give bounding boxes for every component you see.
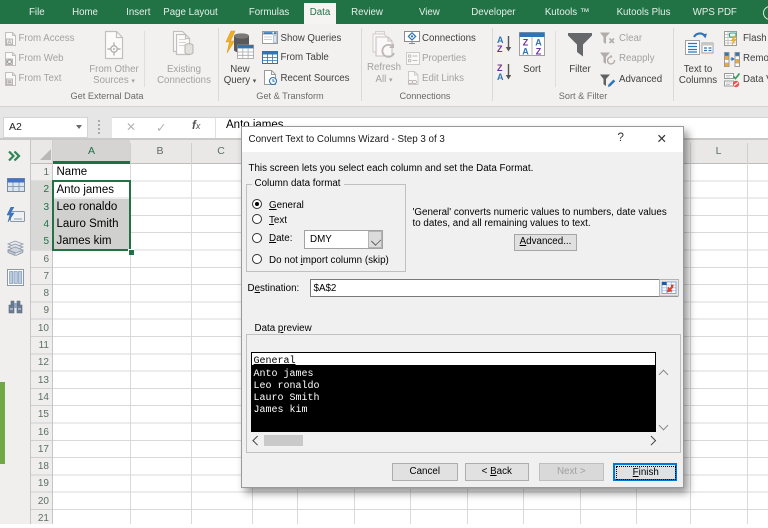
- svg-text:A: A: [522, 47, 529, 57]
- svg-text:A: A: [7, 39, 11, 45]
- svg-text:Z: Z: [536, 47, 542, 57]
- svg-text:Z: Z: [497, 44, 503, 54]
